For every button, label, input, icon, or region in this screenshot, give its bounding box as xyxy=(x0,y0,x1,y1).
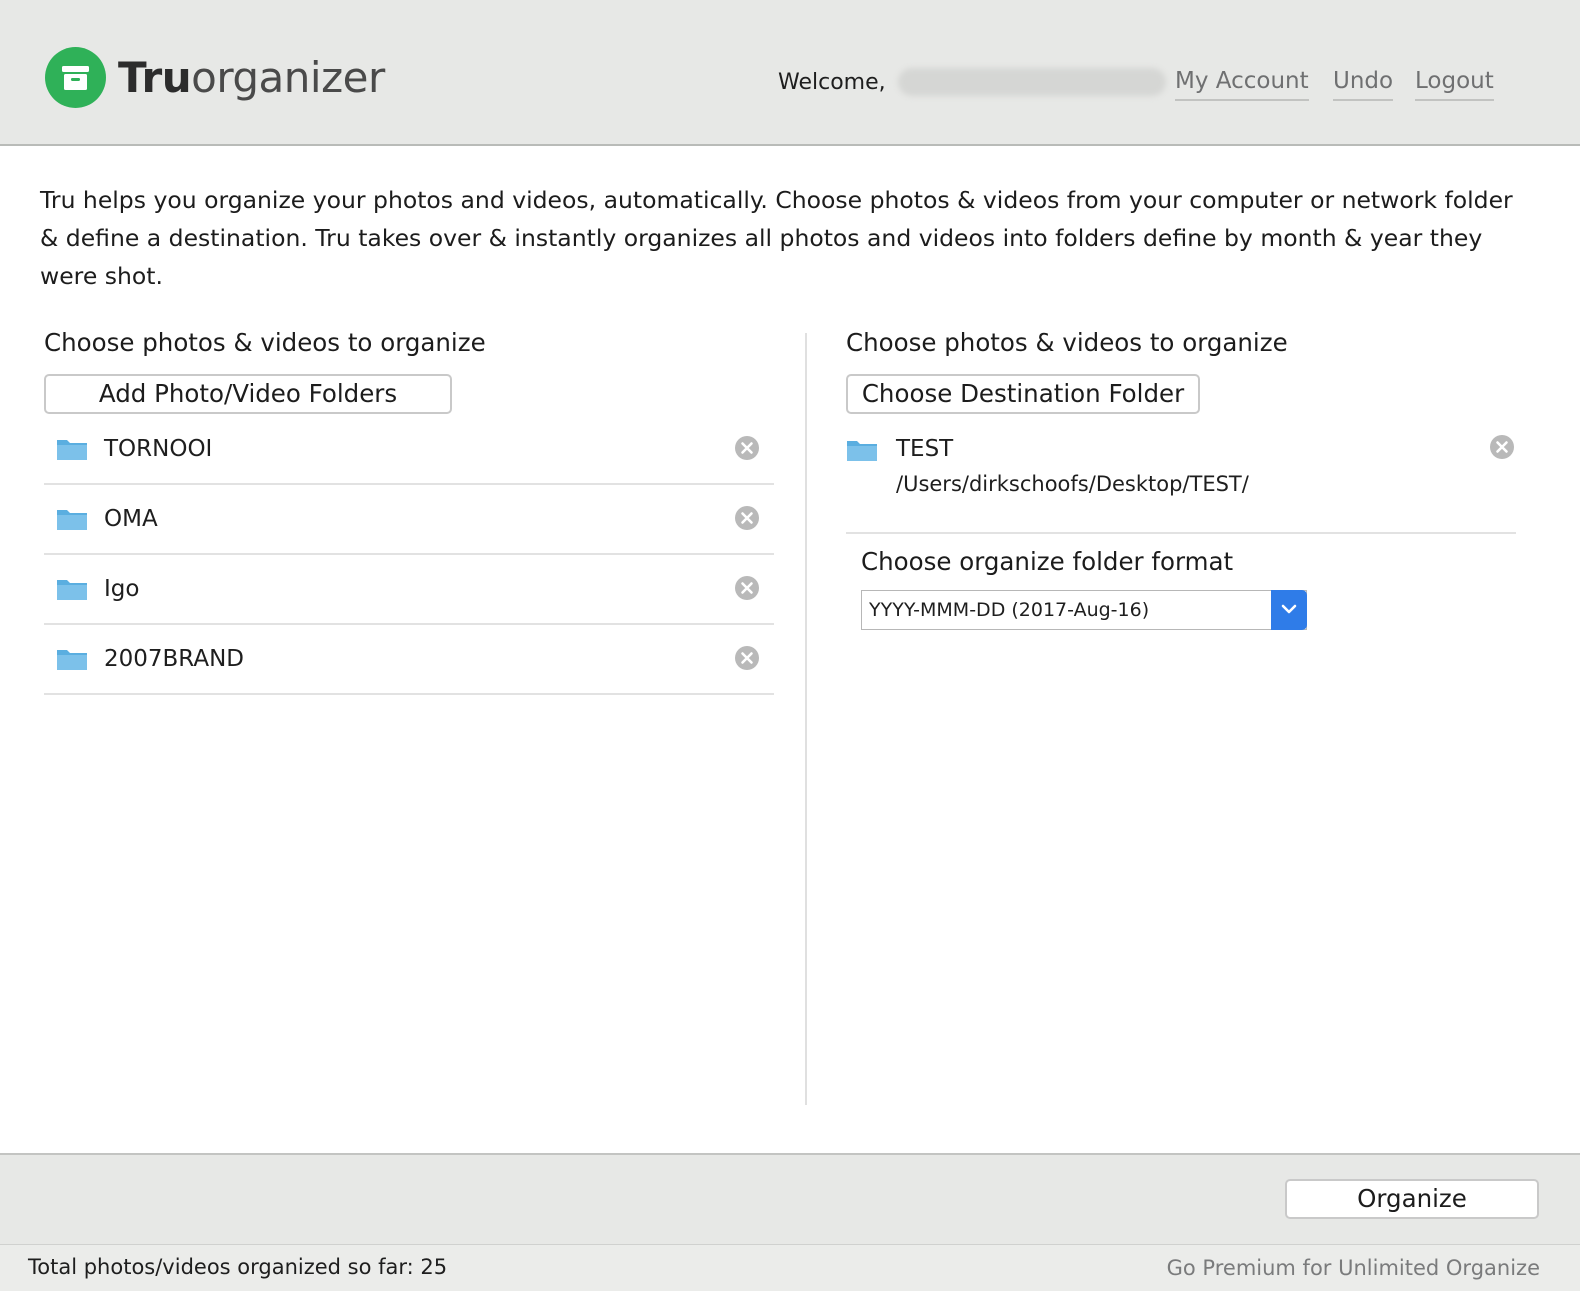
folder-name: OMA xyxy=(104,506,158,532)
column-divider xyxy=(805,333,807,1105)
list-item[interactable]: OMA xyxy=(44,485,774,555)
folder-name: 2007BRAND xyxy=(104,646,245,672)
destination-folder-item: TEST /Users/dirkschoofs/Desktop/TEST/ xyxy=(846,430,1516,534)
folder-format-selected-value: YYYY-MMM-DD (2017-Aug-16) xyxy=(869,599,1150,621)
my-account-link[interactable]: My Account xyxy=(1175,66,1309,101)
folder-icon xyxy=(57,650,87,670)
welcome-label: Welcome, xyxy=(778,70,886,95)
remove-icon[interactable] xyxy=(734,575,760,601)
folder-name: TORNOOI xyxy=(104,436,213,462)
list-item[interactable]: 2007BRAND xyxy=(44,625,774,695)
app-logo-text: Truorganizer xyxy=(118,52,385,104)
choose-destination-folder-button[interactable]: Choose Destination Folder xyxy=(846,374,1200,414)
destination-folder-name: TEST xyxy=(896,436,954,462)
remove-icon[interactable] xyxy=(734,645,760,671)
logo-text-bold: Tru xyxy=(118,53,192,102)
undo-link[interactable]: Undo xyxy=(1333,66,1394,101)
remove-icon[interactable] xyxy=(734,505,760,531)
add-photo-video-folders-button[interactable]: Add Photo/Video Folders xyxy=(44,374,452,414)
folder-name: Igo xyxy=(104,576,140,602)
destination-folder-path: /Users/dirkschoofs/Desktop/TEST/ xyxy=(896,472,1249,496)
logout-link[interactable]: Logout xyxy=(1415,66,1494,101)
list-item[interactable]: Igo xyxy=(44,555,774,625)
organize-button[interactable]: Organize xyxy=(1285,1179,1539,1219)
logo-icon xyxy=(45,47,106,108)
source-folder-list: TORNOOI OMA Igo 2007BRAND xyxy=(44,415,774,695)
logo-text-light: organizer xyxy=(191,53,385,102)
intro-description: Tru helps you organize your photos and v… xyxy=(40,186,1513,290)
folder-icon xyxy=(57,440,87,460)
source-section-title: Choose photos & videos to organize xyxy=(44,328,486,357)
folder-format-label: Choose organize folder format xyxy=(861,547,1234,576)
folder-icon xyxy=(847,441,877,461)
user-name-redacted xyxy=(898,68,1166,96)
remove-icon[interactable] xyxy=(734,435,760,461)
destination-section-title: Choose photos & videos to organize xyxy=(846,328,1288,357)
dropdown-button[interactable] xyxy=(1271,590,1307,630)
folder-format-select[interactable]: YYYY-MMM-DD (2017-Aug-16) xyxy=(861,590,1307,630)
total-organized-count: Total photos/videos organized so far: 25 xyxy=(28,1255,448,1279)
folder-icon xyxy=(57,510,87,530)
remove-icon[interactable] xyxy=(1489,434,1515,460)
chevron-down-icon xyxy=(1281,604,1297,614)
go-premium-link[interactable]: Go Premium for Unlimited Organize xyxy=(1167,1253,1540,1283)
app-header: Truorganizer Welcome, My Account Undo Lo… xyxy=(0,0,1580,146)
list-item[interactable]: TORNOOI xyxy=(44,415,774,485)
folder-icon xyxy=(57,580,87,600)
